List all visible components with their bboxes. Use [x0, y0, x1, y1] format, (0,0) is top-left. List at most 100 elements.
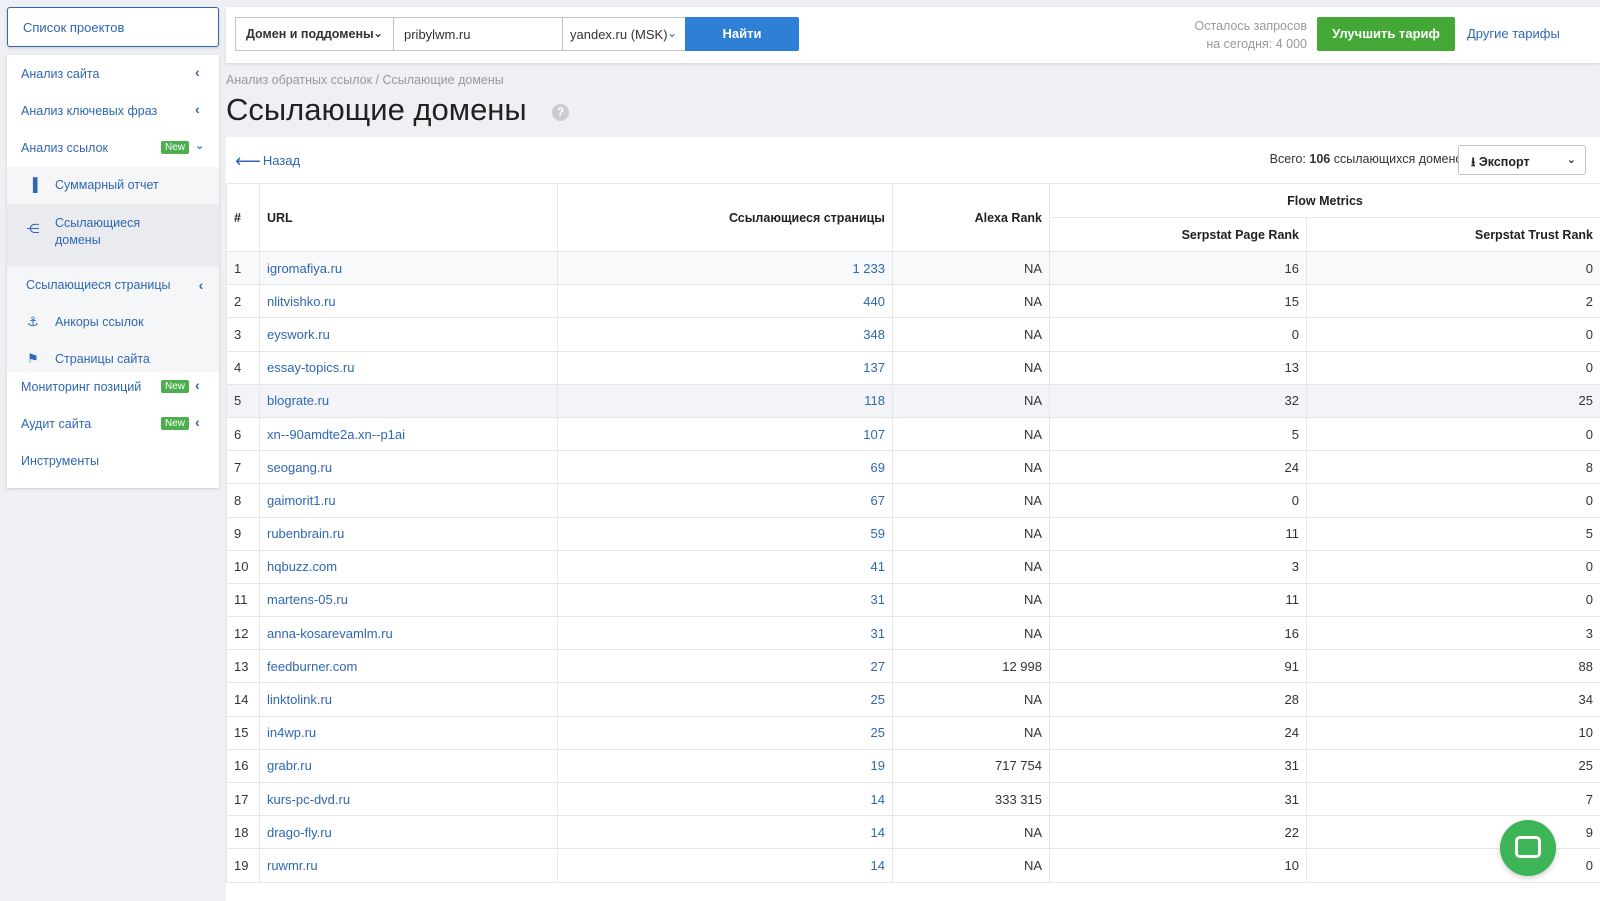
cell-url-link[interactable]: kurs-pc-dvd.ru: [267, 792, 350, 807]
cell-referring-pages[interactable]: 41: [557, 549, 893, 584]
sidebar-subitem-referring-domains[interactable]: ⋲ Ссылающиеся домены: [7, 204, 219, 267]
col-header-page-rank[interactable]: Serpstat Page Rank: [1049, 217, 1307, 252]
cell-referring-pages-link[interactable]: 67: [871, 493, 885, 508]
find-button[interactable]: Найти: [685, 17, 799, 51]
help-icon[interactable]: ?: [552, 104, 569, 121]
cell-url[interactable]: blograte.ru: [259, 383, 558, 418]
cell-url[interactable]: feedburner.com: [259, 649, 558, 684]
cell-referring-pages-link[interactable]: 1 233: [852, 261, 885, 276]
cell-referring-pages-link[interactable]: 137: [863, 360, 885, 375]
col-header-url[interactable]: URL: [259, 183, 558, 252]
cell-url-link[interactable]: essay-topics.ru: [267, 360, 354, 375]
cell-referring-pages[interactable]: 25: [557, 682, 893, 717]
cell-url-link[interactable]: eyswork.ru: [267, 327, 330, 342]
cell-url[interactable]: kurs-pc-dvd.ru: [259, 781, 558, 817]
export-button[interactable]: ⭳ Экспорт ⌄: [1458, 145, 1586, 175]
sidebar-item-keyword-analysis[interactable]: Анализ ключевых фраз ‹: [7, 92, 219, 130]
cell-url[interactable]: rubenbrain.ru: [259, 516, 558, 551]
sidebar-item-position-monitoring[interactable]: Мониторинг позиций New ‹: [7, 368, 219, 406]
sidebar-item-tools[interactable]: Инструменты: [7, 442, 219, 480]
sidebar-subitem-anchors[interactable]: ⚓ Анкоры ссылок: [7, 304, 219, 341]
cell-referring-pages[interactable]: 118: [557, 383, 893, 418]
scope-select[interactable]: Домен и поддомены ⌄: [235, 17, 394, 51]
cell-referring-pages-link[interactable]: 440: [863, 294, 885, 309]
cell-url-link[interactable]: xn--90amdte2a.xn--p1ai: [267, 427, 405, 442]
database-select[interactable]: yandex.ru (MSK) ⌄: [562, 17, 686, 51]
upgrade-plan-button[interactable]: Улучшить тариф: [1317, 17, 1455, 51]
cell-url-link[interactable]: nlitvishko.ru: [267, 294, 336, 309]
cell-referring-pages[interactable]: 14: [557, 781, 893, 817]
cell-url[interactable]: xn--90amdte2a.xn--p1ai: [259, 416, 558, 452]
cell-referring-pages[interactable]: 31: [557, 582, 893, 618]
cell-url[interactable]: in4wp.ru: [259, 715, 558, 750]
cell-url-link[interactable]: seogang.ru: [267, 460, 332, 475]
cell-url-link[interactable]: hqbuzz.com: [267, 559, 337, 574]
sidebar-item-site-audit[interactable]: Аудит сайта New ‹: [7, 405, 219, 443]
cell-url-link[interactable]: blograte.ru: [267, 393, 329, 408]
cell-referring-pages-link[interactable]: 41: [871, 559, 885, 574]
cell-url[interactable]: gaimorit1.ru: [259, 483, 558, 518]
sidebar-item-link-analysis[interactable]: Анализ ссылок New ⌄: [7, 129, 219, 167]
sidebar-subitem-referring-pages[interactable]: Ссылающиеся страницы ‹: [7, 267, 219, 304]
cell-url[interactable]: drago-fly.ru: [259, 815, 558, 850]
cell-referring-pages-link[interactable]: 14: [871, 792, 885, 807]
cell-referring-pages[interactable]: 137: [557, 350, 893, 385]
cell-referring-pages-link[interactable]: 14: [871, 825, 885, 840]
cell-url[interactable]: hqbuzz.com: [259, 549, 558, 584]
cell-referring-pages[interactable]: 67: [557, 483, 893, 518]
cell-url[interactable]: grabr.ru: [259, 748, 558, 784]
cell-url-link[interactable]: igromafiya.ru: [267, 261, 342, 276]
cell-referring-pages-link[interactable]: 25: [871, 725, 885, 740]
cell-referring-pages-link[interactable]: 31: [871, 626, 885, 641]
cell-url[interactable]: essay-topics.ru: [259, 350, 558, 385]
cell-referring-pages[interactable]: 59: [557, 516, 893, 551]
cell-url-link[interactable]: drago-fly.ru: [267, 825, 332, 840]
cell-referring-pages[interactable]: 107: [557, 416, 893, 452]
cell-url-link[interactable]: ruwmr.ru: [267, 858, 318, 873]
cell-url-link[interactable]: grabr.ru: [267, 758, 312, 773]
cell-url-link[interactable]: in4wp.ru: [267, 725, 316, 740]
cell-url[interactable]: seogang.ru: [259, 450, 558, 485]
cell-url[interactable]: igromafiya.ru: [259, 250, 558, 286]
col-header-trust-rank[interactable]: Serpstat Trust Rank: [1306, 217, 1600, 252]
cell-referring-pages-link[interactable]: 348: [863, 327, 885, 342]
other-plans-link[interactable]: Другие тарифы: [1467, 26, 1560, 41]
cell-referring-pages-link[interactable]: 59: [871, 526, 885, 541]
cell-referring-pages-link[interactable]: 14: [871, 858, 885, 873]
cell-url-link[interactable]: gaimorit1.ru: [267, 493, 336, 508]
cell-referring-pages[interactable]: 348: [557, 317, 893, 352]
domain-input[interactable]: [393, 17, 563, 51]
cell-url[interactable]: ruwmr.ru: [259, 848, 558, 883]
cell-referring-pages-link[interactable]: 25: [871, 692, 885, 707]
sidebar-item-site-analysis[interactable]: Анализ сайта ‹: [7, 55, 219, 93]
cell-url[interactable]: nlitvishko.ru: [259, 284, 558, 319]
cell-referring-pages[interactable]: 69: [557, 450, 893, 485]
cell-referring-pages-link[interactable]: 27: [871, 659, 885, 674]
cell-referring-pages-link[interactable]: 118: [864, 393, 885, 408]
sidebar-subitem-summary[interactable]: ▐ Суммарный отчет: [7, 167, 219, 204]
cell-referring-pages-link[interactable]: 69: [871, 460, 885, 475]
cell-url[interactable]: linktolink.ru: [259, 682, 558, 717]
cell-referring-pages-link[interactable]: 107: [863, 427, 885, 442]
col-header-index[interactable]: #: [226, 183, 260, 252]
cell-url-link[interactable]: rubenbrain.ru: [267, 526, 344, 541]
chat-button[interactable]: [1500, 820, 1556, 876]
cell-referring-pages[interactable]: 25: [557, 715, 893, 750]
cell-url-link[interactable]: anna-kosarevamlm.ru: [267, 626, 393, 641]
cell-url[interactable]: anna-kosarevamlm.ru: [259, 616, 558, 651]
cell-referring-pages[interactable]: 14: [557, 815, 893, 850]
cell-referring-pages[interactable]: 440: [557, 284, 893, 319]
back-link[interactable]: ⟵ Назад: [235, 151, 300, 172]
projects-list-button[interactable]: Список проектов: [7, 7, 219, 47]
cell-url-link[interactable]: feedburner.com: [267, 659, 357, 674]
cell-url-link[interactable]: linktolink.ru: [267, 692, 332, 707]
cell-referring-pages[interactable]: 19: [557, 748, 893, 784]
cell-referring-pages[interactable]: 27: [557, 649, 893, 684]
cell-referring-pages-link[interactable]: 19: [871, 758, 885, 773]
cell-url[interactable]: eyswork.ru: [259, 317, 558, 352]
cell-referring-pages[interactable]: 14: [557, 848, 893, 883]
cell-referring-pages[interactable]: 1 233: [557, 250, 893, 286]
cell-url[interactable]: martens-05.ru: [259, 582, 558, 618]
cell-referring-pages-link[interactable]: 31: [871, 592, 885, 607]
col-header-referring-pages[interactable]: Ссылающиеся страницы: [557, 183, 893, 252]
